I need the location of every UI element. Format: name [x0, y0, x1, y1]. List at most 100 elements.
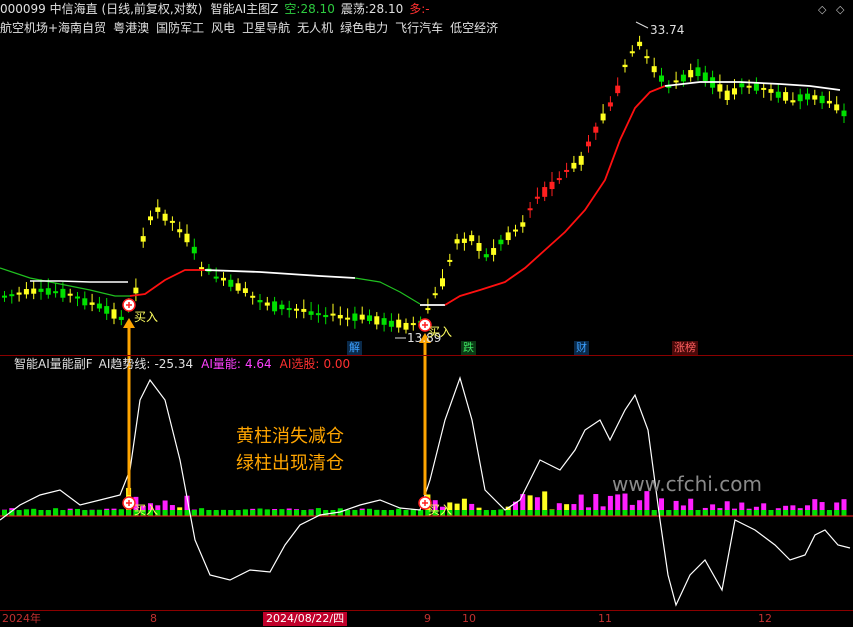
candle-body — [775, 91, 781, 98]
candle-body — [724, 90, 730, 101]
candle-body — [600, 113, 606, 121]
candle-body — [396, 319, 402, 328]
volume-base-bar — [126, 510, 132, 516]
concept-tag[interactable]: 卫星导航 — [242, 21, 290, 35]
candle-body — [717, 84, 723, 92]
volume-base-bar — [797, 510, 803, 516]
candle-body — [637, 41, 643, 47]
volume-base-bar — [491, 510, 497, 516]
candle-body — [279, 304, 285, 310]
volume-base-bar — [213, 510, 219, 516]
volume-base-bar — [228, 510, 234, 516]
window-restore-icon[interactable]: ◇ — [818, 3, 826, 16]
candle-body — [549, 181, 555, 190]
candle-body — [403, 322, 409, 330]
concept-tag[interactable]: 无人机 — [297, 21, 333, 35]
concept-tag[interactable]: 绿色电力 — [340, 21, 388, 35]
candle-body — [330, 313, 336, 316]
volume-base-bar — [323, 510, 329, 516]
volume-base-bar — [294, 510, 299, 516]
concept-tag[interactable]: 国防军工 — [156, 21, 204, 35]
candle-body — [644, 56, 650, 59]
volume-base-bar — [352, 510, 358, 516]
event-marker-die[interactable]: 跌 — [461, 341, 476, 355]
kong-value: 28.10 — [300, 2, 335, 16]
volume-base-bar — [454, 510, 460, 516]
energy-value: 4.64 — [244, 357, 272, 371]
volume-base-bar — [23, 510, 29, 516]
volume-base-bar — [695, 510, 701, 516]
event-marker-cai[interactable]: 财 — [574, 341, 589, 355]
candle-body — [67, 293, 73, 296]
candle-body — [425, 308, 431, 311]
volume-base-bar — [359, 510, 365, 516]
x-cursor-date: 2024/08/22/四 — [263, 612, 348, 626]
window-close-icon[interactable]: ◇ — [836, 3, 844, 16]
event-marker-jie[interactable]: 解 — [347, 341, 362, 355]
candle-body — [410, 323, 416, 326]
buy-signal-label-sub-2: 买入 — [428, 503, 453, 517]
volume-base-bar — [169, 510, 175, 516]
volume-base-bar — [476, 510, 482, 516]
concept-tag[interactable]: 飞行汽车 — [395, 21, 443, 35]
candle-body — [805, 93, 810, 100]
ma-line-white — [204, 269, 356, 279]
candle-body — [527, 208, 533, 211]
ma-line-white — [664, 81, 841, 91]
candle-body — [447, 259, 453, 262]
candle-body — [753, 83, 759, 91]
volume-base-bar — [746, 510, 752, 516]
candle-body — [768, 89, 774, 93]
indicator-name[interactable]: 智能AI主图Z — [210, 2, 278, 16]
volume-base-bar — [345, 510, 351, 516]
candle-body — [60, 288, 66, 298]
candle-body — [659, 75, 664, 82]
zhendang-value: 28.10 — [368, 2, 404, 16]
volume-base-bar — [520, 510, 526, 516]
candle-body — [177, 229, 183, 233]
x-tick-label: 9 — [424, 612, 431, 625]
candle-body — [257, 300, 263, 303]
candle-body — [432, 293, 438, 296]
sub-indicator-name[interactable]: 智能AI量能副F — [14, 357, 93, 371]
candle-body — [469, 235, 475, 242]
volume-base-bar — [286, 510, 292, 516]
volume-base-bar — [673, 510, 679, 516]
concept-tag[interactable]: 低空经济 — [450, 21, 498, 35]
event-marker-zhangbang[interactable]: 涨榜 — [672, 341, 698, 355]
candle-body — [819, 95, 825, 104]
volume-base-bar — [710, 510, 716, 516]
volume-base-bar — [564, 510, 570, 516]
volume-base-bar — [753, 510, 759, 516]
x-tick-label: 10 — [462, 612, 476, 625]
concept-tag[interactable]: 航空机场+海南自贸 — [0, 21, 106, 35]
candle-body — [673, 80, 679, 83]
volume-base-bar — [666, 510, 672, 516]
candle-body — [520, 222, 526, 227]
candle-body — [367, 315, 372, 321]
volume-base-bar — [578, 510, 584, 516]
ma-line-red — [129, 269, 205, 297]
candle-body — [812, 95, 818, 100]
volume-base-bar — [593, 510, 599, 516]
candle-body — [148, 216, 153, 221]
volume-base-bar — [279, 510, 285, 516]
ma-line-green — [354, 277, 421, 305]
volume-base-bar — [60, 510, 66, 516]
volume-base-bar — [82, 510, 88, 516]
volume-base-bar — [45, 510, 51, 516]
candle-body — [133, 287, 139, 294]
candle-body — [286, 308, 292, 311]
candle-body — [191, 246, 197, 254]
candle-body — [82, 298, 88, 306]
candle-body — [761, 87, 767, 90]
volume-base-bar — [191, 510, 197, 516]
candle-body — [498, 239, 504, 245]
candle-body — [797, 94, 803, 102]
candle-body — [301, 308, 307, 312]
concept-tag[interactable]: 风电 — [211, 21, 235, 35]
volume-base-bar — [381, 510, 387, 516]
volume-base-bar — [403, 510, 409, 516]
candle-body — [680, 74, 686, 82]
concept-tag[interactable]: 粤港澳 — [113, 21, 149, 35]
